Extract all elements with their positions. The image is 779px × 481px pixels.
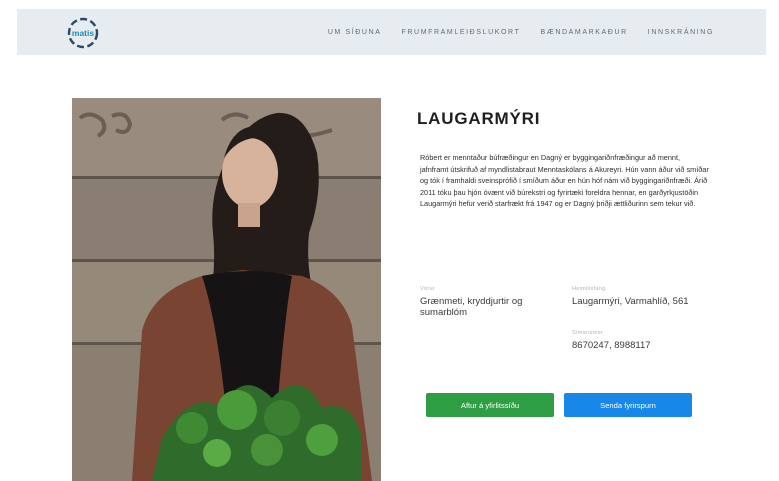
nav-link-farmers-market[interactable]: BÆNDAMARKAÐUR: [540, 29, 627, 36]
producer-name: LAUGARMÝRI: [417, 109, 541, 128]
product-page: matis UM SÍÐUNA FRUMFRAMLEIÐSLUKORT BÆND…: [0, 0, 779, 481]
products-value: Grænmeti, kryddjurtir og sumarblóm: [420, 296, 523, 318]
phone-value: 8670247, 8988117: [572, 340, 651, 351]
nav-link-production-map[interactable]: FRUMFRAMLEIÐSLUKORT: [402, 29, 521, 36]
send-inquiry-button[interactable]: Senda fyrirspurn: [564, 393, 692, 417]
matis-logo[interactable]: matis: [67, 17, 99, 49]
matis-logo-icon: matis: [67, 17, 99, 49]
products-label: Vörur: [420, 286, 435, 292]
address-label: Heimilisfang: [572, 286, 606, 292]
back-to-overview-button[interactable]: Aftur á yfirlitssíðu: [426, 393, 554, 417]
address-value: Laugarmýri, Varmahlíð, 561: [572, 296, 689, 307]
phone-label: Símanúmer: [572, 330, 604, 336]
nav-link-login[interactable]: INNSKRÁNING: [648, 29, 714, 36]
nav-link-about[interactable]: UM SÍÐUNA: [328, 29, 382, 36]
producer-photo: [72, 98, 381, 481]
main-nav: UM SÍÐUNA FRUMFRAMLEIÐSLUKORT BÆNDAMARKA…: [328, 9, 714, 55]
top-navbar: matis UM SÍÐUNA FRUMFRAMLEIÐSLUKORT BÆND…: [17, 9, 766, 55]
producer-description: Róbert er menntaður búfræðingur en Dagný…: [420, 153, 709, 209]
logo-text: matis: [72, 28, 94, 38]
